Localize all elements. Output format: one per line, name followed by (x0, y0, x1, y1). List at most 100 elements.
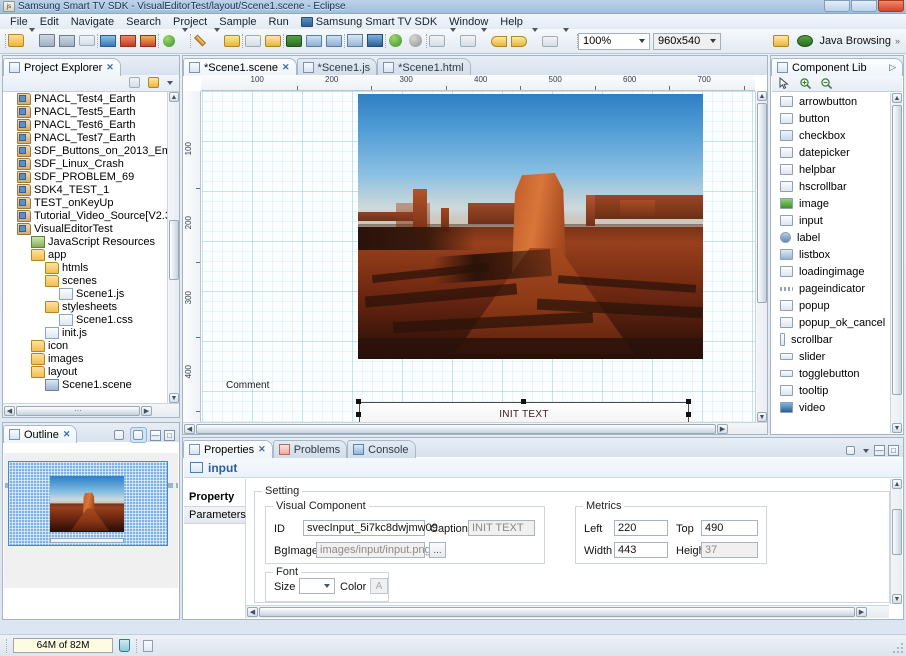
chevron-down-icon[interactable] (561, 28, 570, 50)
print-icon[interactable] (78, 32, 96, 50)
component-library-vscrollbar[interactable]: ▲ ▼ (890, 93, 902, 433)
java-browsing-icon[interactable] (796, 32, 814, 50)
menu-item-run[interactable]: Run (263, 15, 295, 29)
component-item-video[interactable]: video (772, 399, 890, 416)
comment-label[interactable]: Comment (226, 380, 269, 391)
tree-item[interactable]: PNACL_Test4_Earth (3, 92, 179, 105)
open-resource-icon[interactable] (119, 32, 137, 50)
component-item-hscrollbar[interactable]: hscrollbar (772, 178, 890, 195)
close-icon[interactable]: ✕ (106, 62, 114, 73)
component-item-listbox[interactable]: listbox (772, 246, 890, 263)
selection-handle-e[interactable] (686, 412, 691, 417)
tab-outline[interactable]: Outline ✕ (3, 425, 78, 443)
menu-item-samsung-smart-tv-sdk[interactable]: Samsung Smart TV SDK (295, 15, 443, 29)
component-item-loadingimage[interactable]: loadingimage (772, 263, 890, 280)
left-field[interactable]: 220 (614, 520, 668, 536)
zoom-level-combobox[interactable]: 100% (578, 32, 650, 50)
maximize-icon[interactable]: □ (888, 445, 899, 456)
scroll-left-button[interactable]: ◀ (184, 423, 195, 434)
top-field[interactable]: 490 (701, 520, 758, 536)
scroll-down-button[interactable]: ▼ (892, 423, 902, 433)
component-library-list[interactable]: arrowbutton button checkbox datepicker helpb… (772, 93, 890, 433)
vscroll-thumb[interactable] (892, 105, 902, 395)
new-folder-icon[interactable] (7, 32, 25, 50)
pin-icon[interactable] (541, 32, 559, 50)
project-explorer-vscrollbar[interactable]: ▲ ▼ (167, 92, 179, 403)
scroll-up-button[interactable]: ▲ (892, 479, 902, 489)
chevron-down-icon[interactable] (530, 28, 539, 50)
component-item-slider[interactable]: slider (772, 348, 890, 365)
tree-item[interactable]: SDF_Buttons_on_2013_Emulato (3, 144, 179, 157)
tree-item[interactable]: htmls (3, 261, 179, 274)
menu-item-navigate[interactable]: Navigate (65, 15, 120, 29)
close-button[interactable] (878, 0, 904, 12)
menu-item-window[interactable]: Window (443, 15, 494, 29)
window-controls[interactable] (824, 0, 904, 12)
bgimage-browse-button[interactable]: ... (429, 542, 446, 558)
menu-item-search[interactable]: Search (120, 15, 167, 29)
font-size-combobox[interactable] (299, 578, 335, 594)
open-perspective-icon[interactable] (772, 32, 790, 50)
tree-item[interactable]: SDF_PROBLEM_69 (3, 170, 179, 183)
component-item-checkbox[interactable]: checkbox (772, 127, 890, 144)
selection-handle-ne[interactable] (686, 399, 691, 404)
vscroll-thumb[interactable] (757, 103, 767, 303)
tree-item[interactable]: init.js (3, 326, 179, 339)
outline-thumbnail-canvas[interactable] (4, 453, 178, 588)
book-icon[interactable] (346, 32, 364, 50)
maximize-button[interactable] (851, 0, 877, 12)
minimize-button[interactable] (824, 0, 850, 12)
component-item-togglebutton[interactable]: togglebutton (772, 365, 890, 382)
vscroll-thumb[interactable] (892, 509, 902, 555)
tree-item[interactable]: SDF_Linux_Crash (3, 157, 179, 170)
next-annotation-icon[interactable] (428, 32, 446, 50)
resolution-combobox[interactable]: 960x540 (653, 32, 721, 50)
heap-status-indicator[interactable]: 64M of 82M (13, 638, 113, 653)
tree-item[interactable]: Tutorial_Video_Source[V2.3] (3, 209, 179, 222)
scroll-left-button[interactable]: ◀ (4, 405, 15, 416)
tree-item[interactable]: Scene1.js (3, 287, 179, 300)
scroll-right-button[interactable]: ▶ (141, 405, 152, 416)
resize-grip[interactable] (892, 642, 904, 654)
chevron-down-icon[interactable] (27, 28, 36, 50)
view-menu-icon[interactable] (863, 448, 869, 453)
scroll-right-button[interactable]: ▶ (856, 607, 867, 617)
caption-field[interactable]: INIT TEXT (468, 520, 535, 536)
scene-design-canvas[interactable]: Comment INIT TEXT (202, 91, 755, 422)
component-item-datepicker[interactable]: datepicker (772, 144, 890, 161)
component-item-popup[interactable]: popup (772, 297, 890, 314)
tree-item[interactable]: app (3, 248, 179, 261)
collapse-all-icon[interactable] (128, 76, 142, 90)
tree-item[interactable]: stylesheets (3, 300, 179, 313)
editor-vscrollbar[interactable]: ▲ ▼ (755, 91, 767, 422)
scroll-down-button[interactable]: ▼ (169, 393, 179, 403)
close-icon[interactable]: ✕ (282, 62, 290, 73)
scroll-up-button[interactable]: ▲ (169, 92, 179, 102)
tree-item[interactable]: VisualEditorTest (3, 222, 179, 235)
zoom-out-icon[interactable] (820, 77, 834, 91)
scene-image-component[interactable] (358, 94, 703, 359)
close-icon[interactable]: ✕ (258, 444, 266, 455)
prev-annotation-icon[interactable] (459, 32, 477, 50)
component-item-helpbar[interactable]: helpbar (772, 161, 890, 178)
tab-properties[interactable]: Properties ✕ (183, 440, 273, 458)
chevron-down-icon[interactable] (448, 28, 457, 50)
scroll-down-button[interactable]: ▼ (757, 412, 767, 422)
width-field[interactable]: 443 (614, 542, 668, 558)
tree-item[interactable]: icon (3, 339, 179, 352)
new-js-file-icon[interactable] (244, 32, 262, 50)
sync-green-icon[interactable] (387, 32, 405, 50)
component-item-arrowbutton[interactable]: arrowbutton (772, 93, 890, 110)
toolbar-overflow[interactable]: » (895, 36, 900, 46)
component-item-pageindicator[interactable]: pageindicator (772, 280, 890, 297)
new-js-project-icon[interactable] (264, 32, 282, 50)
component-item-button[interactable]: button (772, 110, 890, 127)
vscroll-thumb[interactable] (169, 220, 179, 280)
tree-item[interactable]: PNACL_Test7_Earth (3, 131, 179, 144)
chart-icon[interactable] (366, 32, 384, 50)
menu-item-edit[interactable]: Edit (34, 15, 65, 29)
save-disk-icon[interactable] (38, 32, 56, 50)
component-item-image[interactable]: image (772, 195, 890, 212)
forward-arrow-icon[interactable] (510, 32, 528, 50)
tree-item[interactable]: images (3, 352, 179, 365)
